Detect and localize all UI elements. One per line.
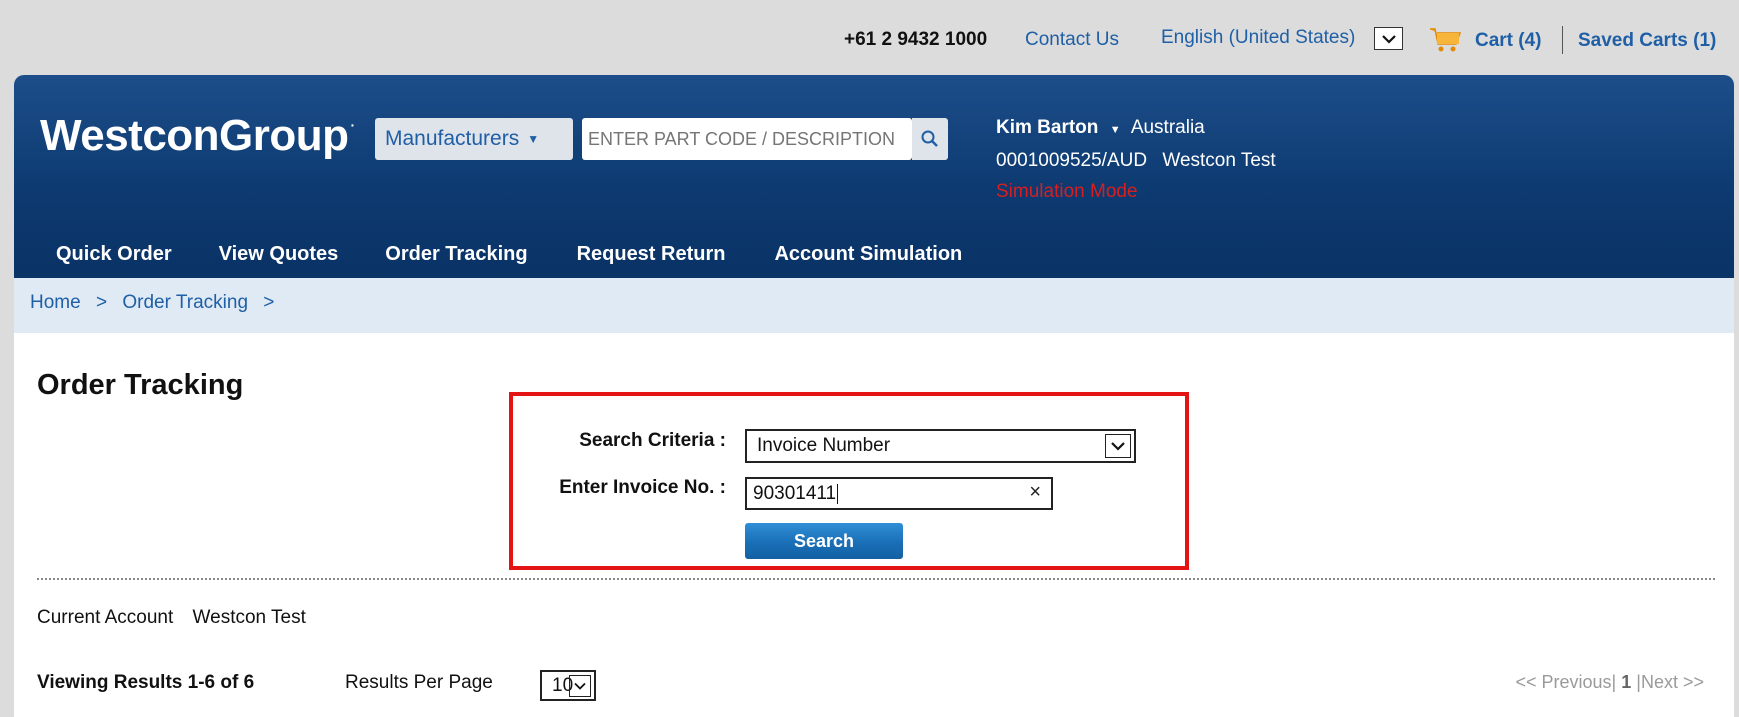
manufacturers-label: Manufacturers xyxy=(385,127,520,150)
cart-link[interactable]: Cart (4) xyxy=(1475,30,1542,52)
dropdown-arrow[interactable] xyxy=(569,675,591,697)
nav-quick-order[interactable]: Quick Order xyxy=(56,235,172,278)
account-info: 0001009525/AUD Westcon Test xyxy=(996,150,1276,172)
pagination-previous[interactable]: << Previous| xyxy=(1516,672,1617,692)
language-label[interactable]: English (United States) xyxy=(1161,27,1355,49)
breadcrumb-separator: > xyxy=(95,292,108,313)
nav-request-return[interactable]: Request Return xyxy=(577,235,726,278)
breadcrumb-home[interactable]: Home xyxy=(30,292,81,313)
divider xyxy=(1562,26,1563,54)
chevron-down-icon xyxy=(1111,442,1125,451)
clear-icon[interactable]: × xyxy=(1029,481,1041,504)
results-per-page-label: Results Per Page xyxy=(345,672,493,693)
current-account-value: Westcon Test xyxy=(192,607,306,628)
chevron-down-icon xyxy=(1381,34,1396,44)
invoice-number-input[interactable]: 90301411 × xyxy=(745,477,1053,510)
page-title: Order Tracking xyxy=(37,369,244,401)
contact-us-link[interactable]: Contact Us xyxy=(1025,29,1119,51)
text-cursor xyxy=(837,483,839,504)
cart-icon[interactable] xyxy=(1429,24,1463,54)
pagination: << Previous| 1 |Next >> xyxy=(1516,672,1705,693)
language-dropdown[interactable] xyxy=(1374,27,1403,50)
main-nav: Quick Order View Quotes Order Tracking R… xyxy=(14,235,1734,278)
search-icon xyxy=(921,130,938,147)
search-button[interactable]: Search xyxy=(745,523,903,559)
divider xyxy=(37,578,1715,580)
user-info: Kim Barton ▼ Australia xyxy=(996,117,1205,139)
top-utility-bar: +61 2 9432 1000 Contact Us English (Unit… xyxy=(0,0,1739,75)
caret-down-icon: ▼ xyxy=(527,132,540,146)
current-account-label: Current Account xyxy=(37,607,174,628)
pagination-next[interactable]: |Next >> xyxy=(1636,672,1704,692)
search-criteria-value: Invoice Number xyxy=(757,435,891,456)
results-summary: Viewing Results 1-6 of 6 xyxy=(37,672,255,693)
dropdown-arrow[interactable] xyxy=(1105,434,1131,458)
pagination-current-page: 1 xyxy=(1621,672,1632,692)
chevron-down-icon xyxy=(574,682,586,690)
part-search-button[interactable] xyxy=(912,118,948,160)
search-criteria-select[interactable]: Invoice Number xyxy=(745,429,1136,463)
account-number: 0001009525/AUD xyxy=(996,150,1148,171)
invoice-number-value: 90301411 xyxy=(753,482,837,504)
logo-text: WestconGroup xyxy=(40,111,349,160)
results-per-page-select[interactable]: 10 xyxy=(540,670,596,701)
user-country: Australia xyxy=(1130,117,1205,138)
nav-order-tracking[interactable]: Order Tracking xyxy=(385,235,527,278)
breadcrumb: Home > Order Tracking > xyxy=(14,278,1734,333)
breadcrumb-order-tracking[interactable]: Order Tracking xyxy=(122,292,248,313)
account-name: Westcon Test xyxy=(1162,150,1276,171)
nav-view-quotes[interactable]: View Quotes xyxy=(219,235,339,278)
manufacturers-dropdown[interactable]: Manufacturers ▼ xyxy=(375,118,573,160)
logo-mark: · xyxy=(350,117,356,133)
caret-down-icon[interactable]: ▼ xyxy=(1110,124,1121,136)
saved-carts-link[interactable]: Saved Carts (1) xyxy=(1578,30,1716,52)
nav-account-simulation[interactable]: Account Simulation xyxy=(774,235,962,278)
main-content: Order Tracking Search Criteria : Invoice… xyxy=(14,333,1734,717)
simulation-mode-label: Simulation Mode xyxy=(996,181,1138,202)
breadcrumb-separator: > xyxy=(263,292,275,313)
part-search-input[interactable] xyxy=(582,118,912,160)
invoice-number-label: Enter Invoice No. : xyxy=(559,477,726,498)
user-name-menu[interactable]: Kim Barton xyxy=(996,117,1098,138)
phone-number: +61 2 9432 1000 xyxy=(844,29,988,50)
site-header: WestconGroup· Manufacturers ▼ Kim Barton… xyxy=(14,75,1734,278)
current-account: Current Account Westcon Test xyxy=(37,607,306,629)
westcon-logo[interactable]: WestconGroup · xyxy=(40,111,355,161)
search-criteria-label: Search Criteria : xyxy=(579,430,726,451)
